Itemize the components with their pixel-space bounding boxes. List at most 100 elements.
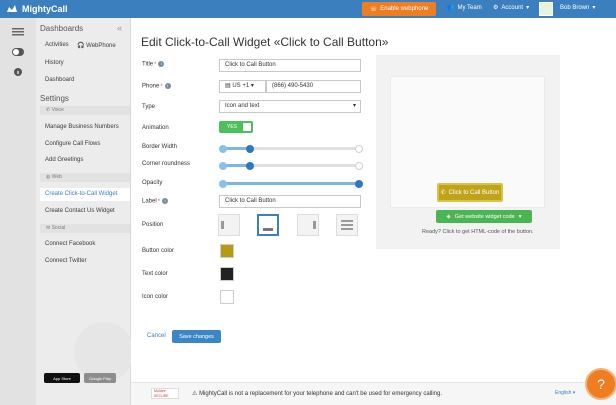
sidebar-item-manage-numbers[interactable]: Manage Business Numbers [45, 124, 119, 130]
slider-start-icon [219, 161, 227, 170]
sidebar-item-facebook[interactable]: Connect Facebook [45, 241, 95, 247]
left-rail [0, 18, 36, 405]
chevron-down-icon: ▾ [526, 5, 530, 11]
user-menu[interactable]: Bob Brown ▾ [560, 4, 596, 12]
phone-label: Phone* i [142, 83, 171, 90]
sidebar-item-history[interactable]: History [45, 60, 64, 66]
webphone-label: WebPhone [86, 43, 116, 49]
label-label: Label* i [142, 198, 169, 205]
border-width-label: Border Width [142, 144, 178, 150]
slider-handle[interactable] [355, 179, 363, 188]
required-mark: * [154, 61, 157, 68]
position-option-full[interactable] [336, 214, 358, 236]
phone-label-text: Phone [142, 83, 160, 90]
animation-label: Animation [142, 125, 169, 131]
title-label-text: Title [142, 61, 154, 68]
sidebar-item-webphone[interactable]: 🎧 WebPhone [77, 42, 116, 49]
chevron-down-icon: ▾ [250, 83, 254, 89]
chevron-down-icon: ▾ [518, 213, 522, 220]
help-button[interactable]: ? [585, 368, 616, 400]
my-team-link[interactable]: 👥 My Team [447, 4, 482, 12]
sidebar-item-call-flows[interactable]: Configure Call Flows [45, 141, 100, 147]
type-label: Type [142, 104, 156, 110]
animation-toggle-value: YES [227, 124, 238, 130]
app-store-badge[interactable]: App Store [44, 373, 80, 383]
my-team-label: My Team [457, 4, 482, 11]
code-icon: ◈ [446, 213, 451, 220]
avatar[interactable] [539, 2, 553, 16]
info-icon[interactable]: i [158, 61, 165, 67]
enable-webphone-button[interactable]: ☏ Enable webphone [362, 2, 436, 16]
slider-start-icon [219, 179, 227, 188]
info-icon[interactable]: i [162, 198, 169, 204]
google-play-badge[interactable]: Google Play [84, 373, 116, 383]
slider-end-icon [355, 144, 363, 153]
sidebar-item-dashboard[interactable]: Dashboard [45, 77, 74, 83]
position-option-left[interactable] [218, 214, 240, 236]
country-code-select[interactable]: ▤ US +1 ▾ [219, 80, 266, 93]
country-code-value: US +1 [232, 83, 250, 89]
info-icon[interactable]: i [164, 83, 171, 89]
corner-roundness-label: Corner roundness [142, 161, 191, 167]
collapse-icon[interactable]: « [117, 23, 122, 33]
label-label-text: Label [142, 198, 157, 205]
ready-hint: Ready? Click to get HTML-code of the but… [422, 229, 534, 235]
language-selector[interactable]: English ▾ [555, 390, 575, 396]
sidebar-item-greetings[interactable]: Add Greetings [45, 157, 83, 163]
button-color-swatch[interactable] [220, 244, 234, 258]
mightycall-logo-icon [7, 5, 17, 12]
get-widget-code-button[interactable]: ◈ Get website widget code ▾ [436, 210, 532, 223]
icon-color-swatch[interactable] [220, 290, 234, 304]
slider-end-icon [355, 161, 363, 170]
preview-button-label: Click to Call Button [448, 189, 500, 196]
menu-icon[interactable] [12, 28, 24, 36]
required-mark: * [157, 198, 161, 205]
chevron-down-icon: ▾ [352, 103, 356, 109]
enable-webphone-label: Enable webphone [380, 6, 429, 12]
team-icon: 👥 [447, 5, 455, 11]
info-icon[interactable] [12, 68, 24, 76]
sidebar-item-click-to-call[interactable]: Create Click-to-Call Widget [45, 191, 117, 197]
phone-input[interactable]: (866) 490-5430 [266, 80, 361, 93]
corner-roundness-slider[interactable] [219, 161, 363, 170]
animation-toggle[interactable]: YES [219, 121, 253, 133]
sidebar-item-activities[interactable]: Activities [45, 42, 69, 48]
cancel-button[interactable]: Cancel [147, 333, 166, 339]
slider-handle[interactable] [246, 144, 255, 153]
position-bottom-icon [263, 228, 273, 231]
brand[interactable]: MightyCall [6, 4, 68, 14]
position-option-bottom[interactable] [257, 214, 279, 236]
account-label: Account [501, 4, 524, 11]
text-color-swatch[interactable] [220, 267, 234, 281]
click-to-call-preview-button[interactable]: ✆ Click to Call Button [437, 183, 503, 202]
sidebar-item-twitter[interactable]: Connect Twitter [45, 258, 87, 264]
user-name: Bob Brown [560, 4, 590, 11]
settings-header: Settings [40, 94, 69, 103]
position-full-icon [341, 220, 353, 230]
opacity-slider[interactable] [219, 179, 363, 188]
position-option-right[interactable] [297, 214, 319, 236]
icon-color-label: Icon color [142, 294, 169, 300]
title-input[interactable]: Click to Call Button [219, 59, 361, 72]
toggle-icon[interactable] [12, 48, 24, 56]
required-mark: * [160, 83, 163, 90]
language-label: English [555, 390, 572, 396]
label-input[interactable]: Click to Call Button [219, 195, 361, 208]
title-label: Title* i [142, 61, 165, 68]
social-section: ✉ Social [40, 224, 130, 233]
slider-handle[interactable] [246, 161, 255, 170]
slider-fill [223, 182, 359, 185]
account-menu[interactable]: ⚙ Account ▾ [493, 4, 530, 12]
us-flag-icon: ▤ [225, 83, 231, 89]
type-select[interactable]: Icon and text ▾ [219, 100, 361, 113]
gear-icon: ⚙ [493, 5, 499, 11]
chevron-down-icon: ▾ [592, 5, 596, 11]
mcafee-badge[interactable]: McAfee SECURE [151, 388, 179, 399]
save-changes-button[interactable]: Save changes [172, 330, 221, 343]
voice-section-label: Voice [51, 107, 64, 113]
sidebar-item-contact-us[interactable]: Create Contact Us Widget [45, 208, 115, 214]
text-color-label: Text color [142, 271, 168, 277]
dashboards-header: Dashboards [40, 24, 84, 33]
get-code-label: Get website widget code [454, 213, 515, 220]
border-width-slider[interactable] [219, 144, 363, 153]
